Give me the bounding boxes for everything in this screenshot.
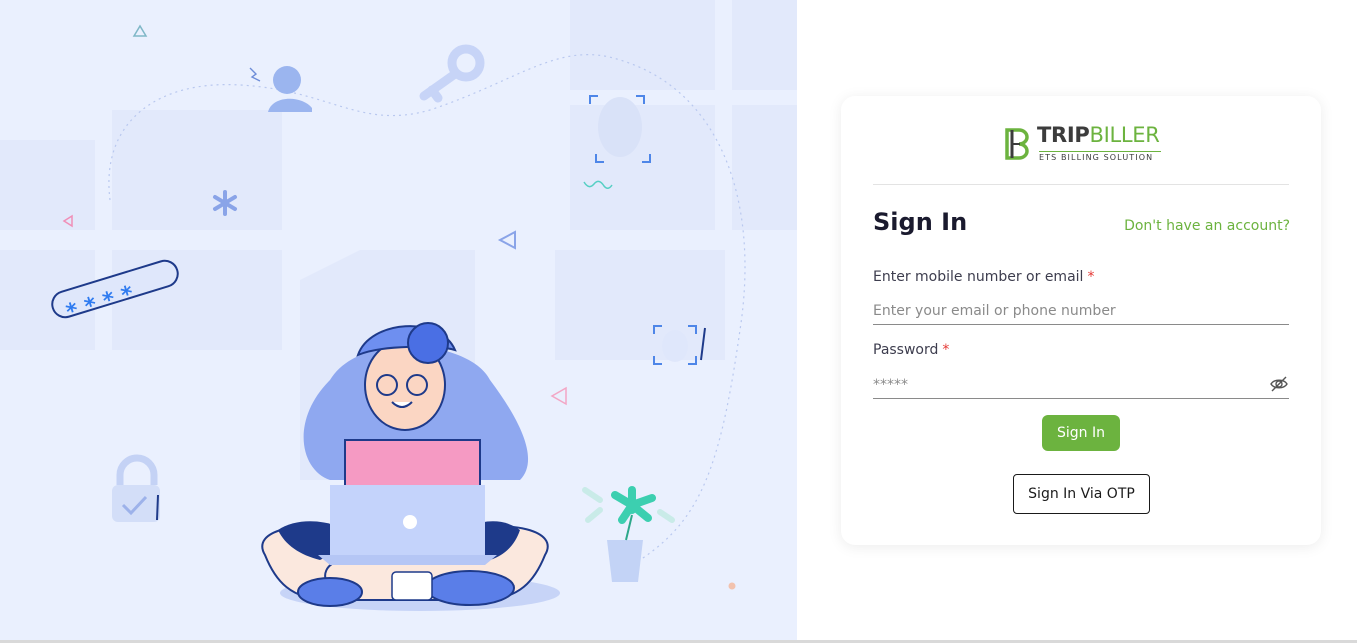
signup-link[interactable]: Don't have an account?: [1124, 218, 1290, 234]
signin-button[interactable]: Sign In: [1042, 415, 1120, 451]
password-field-wrapper: [873, 371, 1289, 399]
required-marker: *: [1087, 269, 1095, 285]
brand-name-biller: BILLER: [1089, 123, 1160, 147]
page-title: Sign In: [873, 208, 968, 236]
eye-slash-icon[interactable]: [1269, 374, 1289, 394]
email-field-wrapper: [873, 297, 1289, 325]
signin-via-otp-button[interactable]: Sign In Via OTP: [1013, 474, 1150, 514]
login-illustration-panel: * * * *: [0, 0, 797, 643]
tripbiller-logo-icon: [1005, 128, 1029, 160]
required-marker: *: [942, 342, 950, 358]
signin-card: TRIPBILLER ETS BILLING SOLUTION Sign In …: [841, 96, 1321, 545]
brand-tagline: ETS BILLING SOLUTION: [1039, 151, 1161, 162]
security-illustration: * * * *: [0, 0, 797, 611]
brand-name-trip: TRIP: [1037, 123, 1090, 147]
email-input[interactable]: [873, 297, 1289, 324]
brand-name: TRIPBILLER: [1037, 123, 1160, 147]
password-label: Password *: [873, 342, 949, 358]
email-label-text: Enter mobile number or email: [873, 269, 1084, 285]
tripbiller-logo: TRIPBILLER ETS BILLING SOLUTION: [1005, 123, 1165, 164]
email-label: Enter mobile number or email *: [873, 269, 1094, 285]
header-divider: [873, 184, 1289, 185]
password-label-text: Password: [873, 342, 939, 358]
password-input[interactable]: [873, 371, 1253, 398]
